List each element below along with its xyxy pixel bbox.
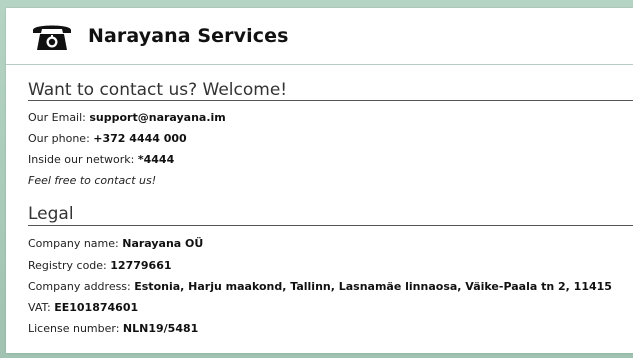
- license-label: License number:: [28, 322, 120, 335]
- network-value: *4444: [137, 153, 175, 166]
- email-value[interactable]: support@narayana.im: [89, 111, 225, 124]
- vat-label: VAT:: [28, 301, 51, 314]
- contact-divider: [28, 100, 633, 101]
- telephone-icon: [33, 25, 71, 50]
- company-name-label: Company name:: [28, 237, 119, 250]
- registry-value: 12779661: [110, 259, 172, 272]
- network-label: Inside our network:: [28, 153, 135, 166]
- address-value: Estonia, Harju maakond, Tallinn, Lasnamä…: [134, 280, 612, 293]
- site-title: Narayana Services: [88, 25, 289, 47]
- vat-value: EE101874601: [54, 301, 139, 314]
- phone-row: Our phone: +372 4444 000: [28, 132, 187, 145]
- license-value: NLN19/5481: [122, 322, 199, 335]
- contact-note: Feel free to contact us!: [28, 174, 157, 187]
- address-label: Company address:: [28, 280, 131, 293]
- registry-row: Registry code: 12779661: [28, 259, 172, 272]
- contact-section-title: Want to contact us? Welcome!: [28, 80, 288, 100]
- phone-label: Our phone:: [28, 132, 90, 145]
- legal-divider: [28, 225, 633, 226]
- window-background: Narayana Services Want to contact us? We…: [0, 0, 633, 358]
- registry-label: Registry code:: [28, 259, 107, 272]
- company-name-row: Company name: Narayana OÜ: [28, 237, 203, 250]
- network-row: Inside our network: *4444: [28, 153, 174, 166]
- phone-value[interactable]: +372 4444 000: [93, 132, 186, 145]
- company-name-value: Narayana OÜ: [122, 237, 204, 250]
- content-panel: Narayana Services Want to contact us? We…: [6, 8, 633, 353]
- email-row: Our Email: support@narayana.im: [28, 111, 226, 124]
- site-header: Narayana Services: [6, 8, 633, 65]
- legal-section-title: Legal: [28, 204, 74, 224]
- email-label: Our Email:: [28, 111, 86, 124]
- address-row: Company address: Estonia, Harju maakond,…: [28, 280, 612, 293]
- vat-row: VAT: EE101874601: [28, 301, 138, 314]
- license-row: License number: NLN19/5481: [28, 322, 198, 335]
